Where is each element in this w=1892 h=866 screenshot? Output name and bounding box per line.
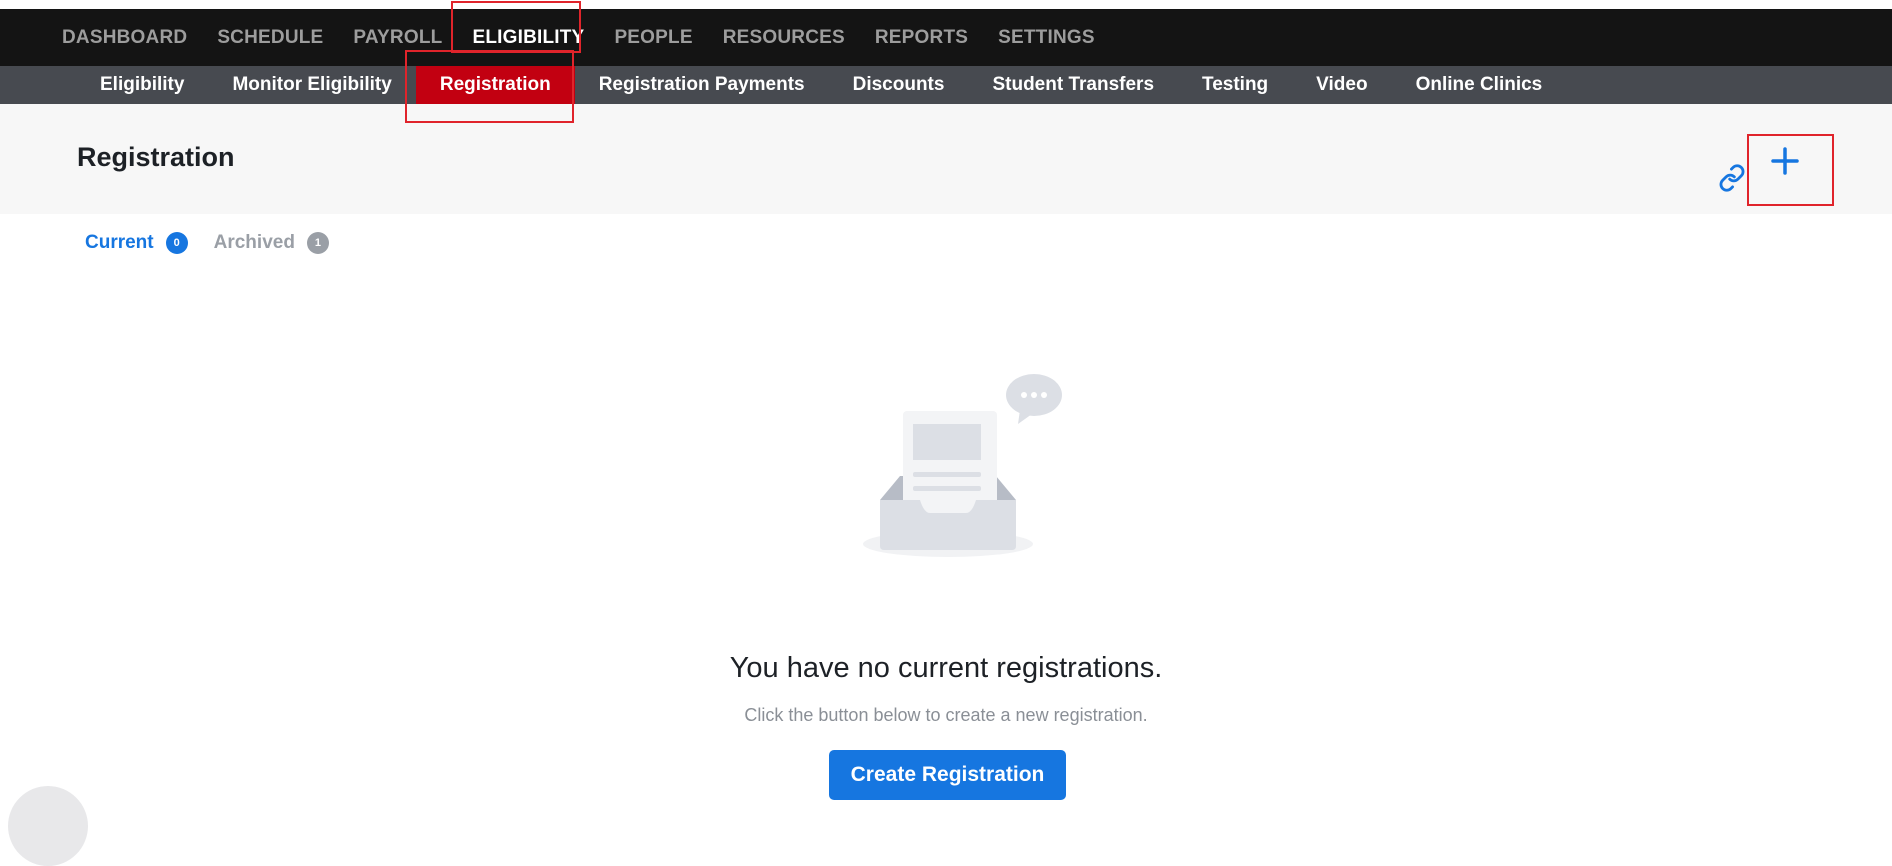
help-widget-button[interactable] (8, 786, 88, 866)
top-nav-reports[interactable]: REPORTS (875, 27, 968, 49)
top-nav-settings[interactable]: SETTINGS (998, 27, 1095, 49)
tab-current-count-badge: 0 (165, 232, 188, 254)
sub-navigation-bar: Eligibility Monitor Eligibility Registra… (0, 66, 1892, 104)
sub-nav-eligibility[interactable]: Eligibility (76, 66, 208, 104)
empty-state-title: You have no current registrations. (729, 652, 1163, 684)
sub-nav-discounts[interactable]: Discounts (829, 66, 969, 104)
empty-state-subtitle: Click the button below to create a new r… (744, 705, 1148, 725)
sub-nav-registration-payments[interactable]: Registration Payments (575, 66, 829, 104)
sub-nav-registration[interactable]: Registration (415, 66, 575, 104)
top-nav-payroll[interactable]: PAYROLL (353, 27, 442, 49)
top-nav-schedule[interactable]: SCHEDULE (217, 27, 323, 49)
top-nav-eligibility[interactable]: ELIGIBILITY (472, 27, 584, 49)
link-icon[interactable] (1718, 164, 1746, 192)
sub-nav-monitor-eligibility[interactable]: Monitor Eligibility (208, 66, 415, 104)
top-nav-people[interactable]: PEOPLE (614, 27, 692, 49)
page-title: Registration (77, 142, 235, 172)
sub-nav: Eligibility Monitor Eligibility Registra… (76, 66, 1566, 104)
page-header: Registration (0, 104, 1892, 214)
tab-archived-label: Archived (213, 232, 295, 253)
plus-icon (1771, 147, 1799, 175)
top-nav: DASHBOARD SCHEDULE PAYROLL ELIGIBILITY P… (62, 9, 1125, 66)
tab-current-label: Current (85, 232, 154, 253)
top-nav-resources[interactable]: RESOURCES (723, 27, 845, 49)
top-nav-dashboard[interactable]: DASHBOARD (62, 27, 187, 49)
empty-inbox-icon (858, 368, 1068, 568)
create-registration-button[interactable]: Create Registration (829, 750, 1066, 800)
top-navigation-bar: DASHBOARD SCHEDULE PAYROLL ELIGIBILITY P… (0, 9, 1892, 66)
sub-nav-testing[interactable]: Testing (1178, 66, 1292, 104)
sub-nav-student-transfers[interactable]: Student Transfers (968, 66, 1178, 104)
registration-tabs: Current 0 Archived 1 (85, 232, 355, 254)
add-registration-button[interactable] (1760, 136, 1810, 186)
sub-nav-video[interactable]: Video (1292, 66, 1391, 104)
tab-archived-count-badge: 1 (306, 232, 329, 254)
tab-archived[interactable]: Archived 1 (214, 232, 329, 254)
sub-nav-online-clinics[interactable]: Online Clinics (1392, 66, 1567, 104)
tab-current[interactable]: Current 0 (85, 232, 188, 254)
